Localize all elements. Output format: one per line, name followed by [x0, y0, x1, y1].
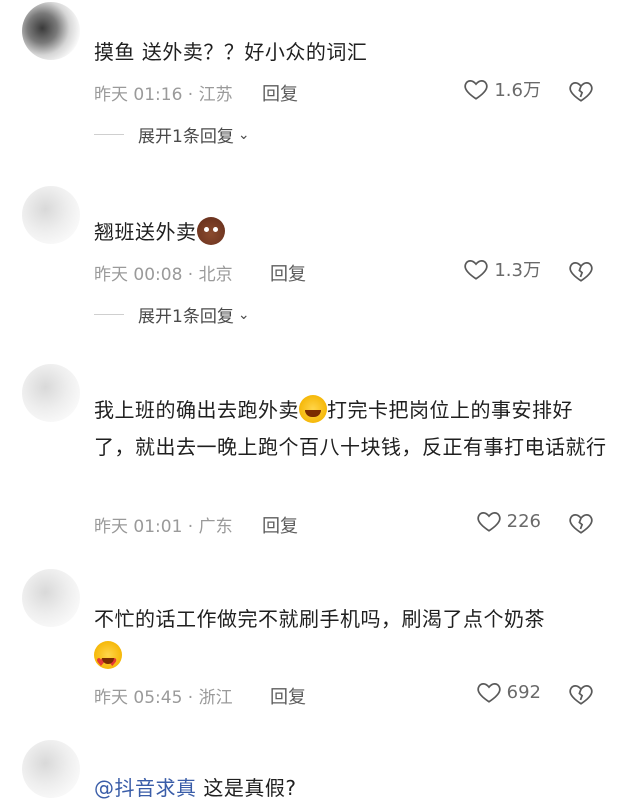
broken-heart-icon[interactable]: [567, 78, 595, 104]
avatar[interactable]: [22, 364, 80, 422]
comment-text: 我上班的确出去跑外卖 打完卡把岗位上的事安排好了，就出去一晚上跑个百八十块钱，反正…: [94, 392, 609, 466]
comment-time-location: 昨天 00:08 · 北京: [94, 265, 233, 285]
like-button[interactable]: 1.6万: [462, 76, 541, 102]
mention-link[interactable]: @抖音求真: [94, 776, 197, 800]
avatar[interactable]: [22, 2, 80, 60]
heart-outline-icon: [476, 683, 501, 703]
like-count: 1.3万: [494, 260, 541, 281]
reply-button[interactable]: 回复: [270, 260, 306, 286]
poop-emoji-icon: [196, 217, 225, 245]
like-count: 692: [506, 681, 541, 703]
expand-replies-button[interactable]: 展开1条回复 ⌄: [94, 122, 250, 147]
comment-time-location: 昨天 01:16 · 江苏: [94, 85, 233, 105]
comment-text-content: 这是真假?: [196, 776, 297, 800]
chevron-down-icon: ⌄: [237, 306, 250, 323]
like-count: 1.6万: [494, 80, 541, 101]
avatar[interactable]: [22, 186, 80, 244]
heart-outline-icon: [464, 80, 489, 100]
expand-replies-button[interactable]: 展开1条回复 ⌄: [94, 302, 250, 327]
laughing-emoji-icon: [299, 395, 327, 423]
comment-time-location: 昨天 01:01 · 广东: [94, 517, 233, 537]
comment-text: 翘班送外卖: [94, 214, 609, 251]
comment-text-part1: 我上班的确出去跑外卖: [94, 398, 299, 422]
avatar[interactable]: [22, 569, 80, 627]
comment-text: 摸鱼 送外卖？？好小众的词汇: [94, 40, 368, 64]
like-button[interactable]: 1.3万: [462, 256, 541, 282]
reply-button[interactable]: 回复: [270, 683, 306, 709]
heart-eyes-emoji-icon: [94, 641, 122, 681]
broken-heart-icon[interactable]: [567, 681, 595, 707]
heart-outline-icon: [464, 260, 489, 280]
expand-replies-label: 展开1条回复: [138, 307, 234, 327]
like-button[interactable]: 226: [475, 508, 541, 534]
comment-text-content: 不忙的话工作做完不就刷手机吗，刷渴了点个奶茶: [94, 607, 545, 631]
broken-heart-icon[interactable]: [567, 258, 595, 284]
like-count: 226: [506, 510, 541, 532]
broken-heart-icon[interactable]: [567, 510, 595, 536]
comment-text: 不忙的话工作做完不就刷手机吗，刷渴了点个奶茶: [94, 601, 609, 681]
avatar[interactable]: [22, 740, 80, 798]
chevron-down-icon: ⌄: [237, 126, 250, 143]
reply-button[interactable]: 回复: [262, 80, 298, 106]
reply-button[interactable]: 回复: [262, 512, 298, 538]
comment-time-location: 昨天 05:45 · 浙江: [94, 688, 233, 708]
like-button[interactable]: 692: [475, 679, 541, 705]
heart-outline-icon: [476, 512, 501, 532]
expand-replies-label: 展开1条回复: [138, 127, 234, 147]
divider-line: [94, 134, 124, 135]
divider-line: [94, 314, 124, 315]
comment-text-content: 翘班送外卖: [94, 220, 197, 244]
comment-text: @抖音求真 这是真假?: [94, 770, 609, 800]
